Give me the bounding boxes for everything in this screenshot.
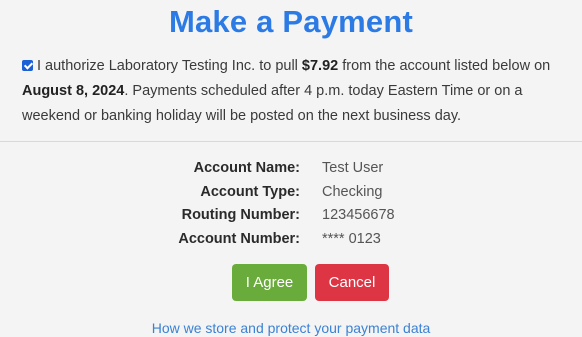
routing-number-label: Routing Number: <box>181 207 300 223</box>
authorization-text-middle: from the account listed below on <box>338 58 551 74</box>
cancel-button[interactable]: Cancel <box>315 264 389 301</box>
payment-page: Make a Payment I authorize Laboratory Te… <box>0 0 582 337</box>
authorization-text: I authorize Laboratory Testing Inc. to p… <box>22 54 582 129</box>
account-name-value: Test User <box>322 160 384 176</box>
account-type-value: Checking <box>322 183 383 200</box>
account-type-label: Account Type: <box>200 183 300 200</box>
account-name-row: Account Name: Test User <box>0 160 582 184</box>
authorization-line-2: August 8, 2024. Payments scheduled after… <box>22 79 582 104</box>
account-number-label: Account Number: <box>178 230 300 247</box>
account-number-value: **** 0123 <box>322 230 381 247</box>
account-details: Account Name: Test User Account Type: Ch… <box>0 160 582 254</box>
account-name-label: Account Name: <box>193 160 300 176</box>
section-divider <box>0 141 582 142</box>
authorization-text-start: I authorize Laboratory Testing Inc. to p… <box>37 58 302 74</box>
page-title: Make a Payment <box>168 4 414 39</box>
routing-number-row: Routing Number: 123456678 <box>0 207 582 231</box>
routing-number-value: 123456678 <box>322 207 395 223</box>
agree-button[interactable]: I Agree <box>232 264 307 301</box>
payment-date: August 8, 2024 <box>22 83 125 99</box>
authorization-text-schedule: . Payments scheduled after 4 p.m. today … <box>124 83 523 99</box>
payment-amount: $7.92 <box>301 58 339 74</box>
account-number-row: Account Number: **** 0123 <box>0 231 582 255</box>
authorize-checkbox[interactable] <box>22 60 33 71</box>
authorization-line-1: I authorize Laboratory Testing Inc. to p… <box>22 54 582 79</box>
payment-data-security-link[interactable]: How we store and protect your payment da… <box>0 320 582 336</box>
authorization-line-3: weekend or banking holiday will be poste… <box>22 108 462 124</box>
account-type-row: Account Type: Checking <box>0 184 582 208</box>
